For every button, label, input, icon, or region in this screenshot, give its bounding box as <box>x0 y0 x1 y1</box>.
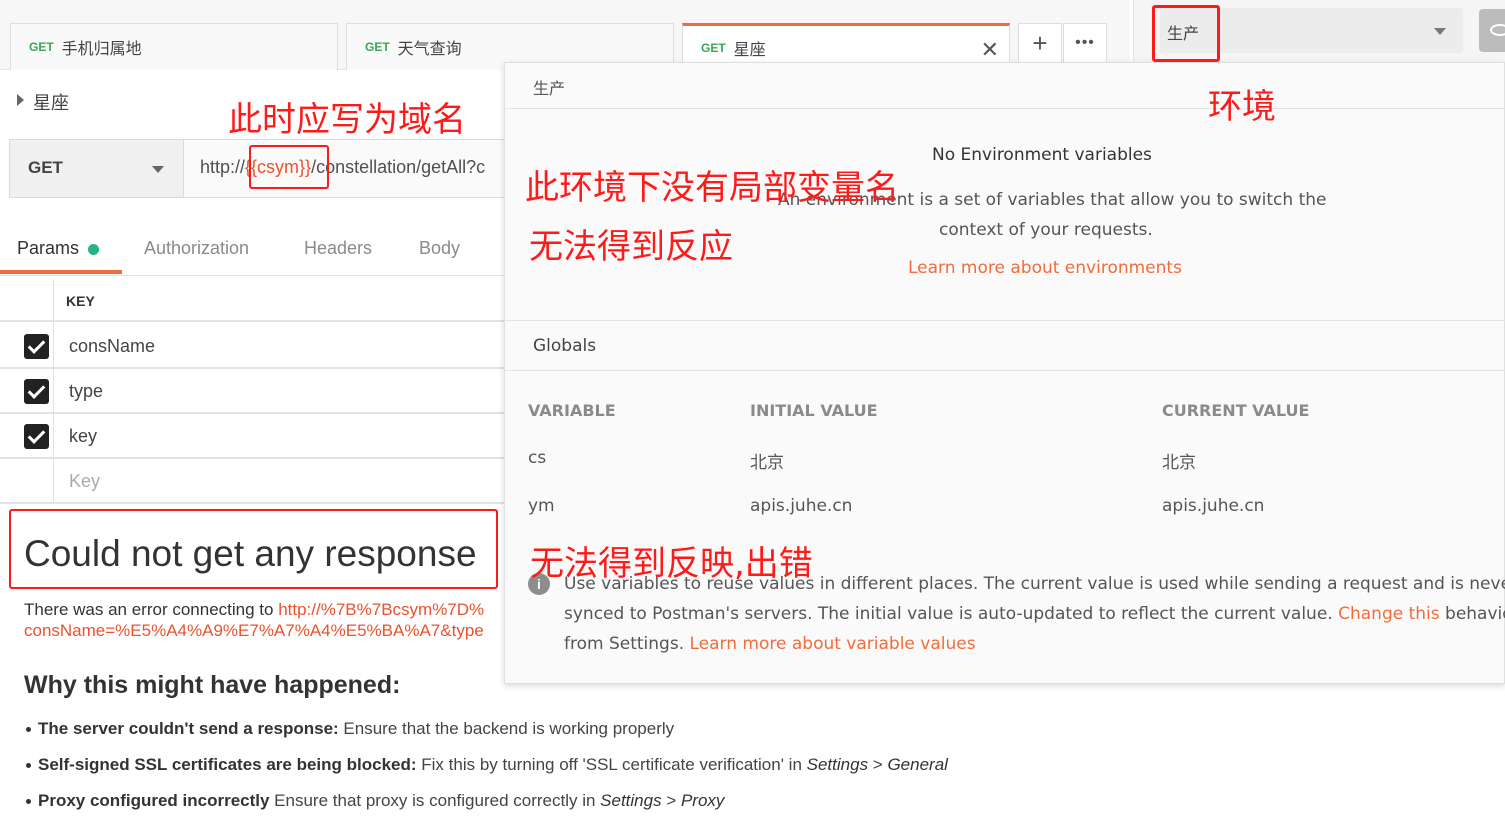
method-label: GET <box>28 158 63 177</box>
reason-text: Ensure that proxy is configured correctl… <box>269 791 601 810</box>
learn-more-environments-link[interactable]: Learn more about environments <box>908 258 1182 278</box>
param-key[interactable]: key <box>69 426 97 447</box>
variables-info-text-2: synced to Postman's servers. The initial… <box>564 604 1505 624</box>
global-initial-value: 北京 <box>750 453 784 473</box>
chevron-right-icon[interactable] <box>17 94 24 106</box>
plus-icon: + <box>1032 27 1048 58</box>
reason-text: Fix this by turning off 'SSL certificate… <box>416 755 807 774</box>
reason-title: Proxy configured incorrectly <box>38 791 270 810</box>
popup-environment-name: 生产 <box>533 79 566 98</box>
eye-icon <box>1490 24 1505 36</box>
annotation-box-url-variable <box>249 145 329 189</box>
global-initial-value: apis.juhe.cn <box>750 496 853 516</box>
no-env-vars-title: No Environment variables <box>932 145 1152 165</box>
url-prefix: http:// <box>200 157 246 177</box>
env-description-cont: context of your requests. <box>939 220 1153 240</box>
reason-text: Ensure that the backend is working prope… <box>338 719 675 738</box>
reason-title: The server couldn't send a response: <box>38 719 339 738</box>
tab-method: GET <box>365 40 390 54</box>
ref-separator: > <box>868 755 888 774</box>
tab-title: 手机归属地 <box>61 39 142 58</box>
info-text-part: synced to Postman's servers. The initial… <box>564 604 1339 624</box>
annotation-domain-note: 此时应写为域名 <box>228 100 466 140</box>
global-current-value: 北京 <box>1162 453 1196 473</box>
request-name[interactable]: 星座 <box>33 89 69 115</box>
ref-separator: > <box>661 791 681 810</box>
tab-headers[interactable]: Headers <box>304 238 372 259</box>
change-behaviour-link[interactable]: Change this <box>1338 604 1440 624</box>
global-variable-name: ym <box>528 496 555 516</box>
annotation-no-response-error: 无法得到反映,出错 <box>530 544 813 584</box>
url-input[interactable]: http://{{csym}}/constellation/getAll?c <box>200 157 485 178</box>
tab-method: GET <box>701 41 726 55</box>
reason-title: Self-signed SSL certificates are being b… <box>38 755 417 774</box>
more-tabs-button[interactable]: ••• <box>1063 23 1107 63</box>
variable-column-header: VARIABLE <box>528 401 616 420</box>
divider <box>504 108 1505 109</box>
annotation-box-response-error <box>9 509 498 589</box>
global-current-value: apis.juhe.cn <box>1162 496 1265 516</box>
error-url-link[interactable]: http://%7B%7Bcsym%7D% <box>278 600 484 619</box>
new-tab-button[interactable]: + <box>1018 23 1062 63</box>
tab-title: 天气查询 <box>397 39 462 58</box>
error-url-link-continued[interactable]: consName=%E5%A4%A9%E7%A7%A4%E5%BA%A7&typ… <box>24 621 484 641</box>
error-prefix: There was an error connecting to <box>24 600 279 619</box>
settings-section-ref: Proxy <box>680 791 725 810</box>
settings-section-ref: General <box>887 755 948 774</box>
url-suffix: /constellation/getAll?c <box>311 157 486 177</box>
annotation-env-note: 环境 <box>1208 87 1276 127</box>
annotation-no-local-var: 此环境下没有局部变量名 <box>525 168 899 208</box>
current-value-column-header: CURRENT VALUE <box>1162 401 1310 420</box>
key-column-header: KEY <box>66 293 95 309</box>
initial-value-column-header: INITIAL VALUE <box>750 401 878 420</box>
chevron-down-icon <box>152 166 164 173</box>
settings-ref: Settings <box>806 755 869 774</box>
response-error-message: There was an error connecting to http://… <box>24 600 484 620</box>
list-item: Self-signed SSL certificates are being b… <box>26 755 948 775</box>
why-heading: Why this might have happened: <box>24 671 401 699</box>
ellipsis-icon: ••• <box>1075 34 1095 51</box>
chevron-down-icon <box>1434 28 1446 35</box>
list-item: The server couldn't send a response: Ens… <box>25 719 675 739</box>
tab-title: 星座 <box>733 40 766 59</box>
variables-info-text-3: from Settings. Learn more about variable… <box>564 634 976 654</box>
param-checkbox[interactable] <box>24 379 49 404</box>
annotation-box-environment <box>1152 5 1220 62</box>
tab-phone-location[interactable]: GET 手机归属地 <box>10 23 338 70</box>
divider <box>504 370 1505 371</box>
info-text-part: behaviour <box>1445 604 1505 624</box>
tab-authorization[interactable]: Authorization <box>144 238 249 259</box>
divider <box>504 320 1505 321</box>
param-checkbox[interactable] <box>24 334 49 359</box>
params-active-dot <box>88 244 99 255</box>
annotation-no-reaction: 无法得到反应 <box>529 227 733 267</box>
active-tab-indicator <box>0 270 122 274</box>
global-variable-name: cs <box>528 448 547 468</box>
info-text-part: from Settings. <box>564 634 690 654</box>
list-item: Proxy configured incorrectly Ensure that… <box>25 791 725 811</box>
new-param-key-input[interactable]: Key <box>69 471 100 492</box>
param-checkbox[interactable] <box>24 424 49 449</box>
learn-more-variable-values-link[interactable]: Learn more about variable values <box>690 634 976 654</box>
close-icon[interactable]: ✕ <box>981 37 999 63</box>
tab-method: GET <box>29 40 54 54</box>
tab-body[interactable]: Body <box>419 238 460 259</box>
settings-ref: Settings <box>600 791 662 810</box>
tab-params[interactable]: Params <box>17 238 79 259</box>
param-key[interactable]: consName <box>69 336 155 357</box>
globals-heading: Globals <box>533 336 597 356</box>
param-key[interactable]: type <box>69 381 103 402</box>
